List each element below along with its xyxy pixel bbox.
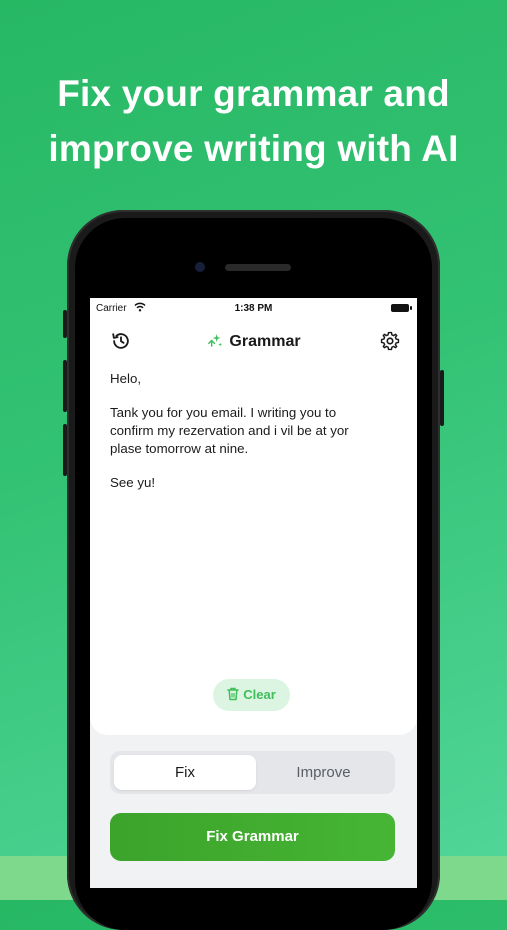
phone-side-button bbox=[440, 370, 444, 426]
nav-title-text: Grammar bbox=[229, 333, 301, 350]
nav-title: Grammar bbox=[90, 332, 417, 351]
app-screen: Carrier 1:38 PM Grammar Helo, Tank you f… bbox=[90, 298, 417, 888]
fix-grammar-button[interactable]: Fix Grammar bbox=[110, 813, 395, 861]
phone-side-button bbox=[63, 360, 67, 412]
nav-bar: Grammar bbox=[90, 328, 417, 358]
editor-paragraph: Helo, bbox=[110, 371, 142, 386]
settings-icon[interactable] bbox=[379, 330, 401, 352]
headline-line-2: improve writing with AI bbox=[48, 128, 459, 169]
phone-side-button bbox=[63, 424, 67, 476]
trash-icon bbox=[227, 687, 239, 701]
headline: Fix your grammar and improve writing wit… bbox=[0, 66, 507, 176]
camera bbox=[195, 262, 205, 272]
headline-line-1: Fix your grammar and bbox=[57, 73, 450, 114]
editor-paragraph: See yu! bbox=[110, 475, 156, 490]
tab-improve[interactable]: Improve bbox=[256, 755, 391, 790]
tab-fix[interactable]: Fix bbox=[114, 755, 256, 790]
clear-button[interactable]: Clear bbox=[213, 679, 290, 711]
mode-selector: Fix Improve bbox=[110, 751, 395, 794]
speaker bbox=[225, 264, 291, 271]
status-time: 1:38 PM bbox=[234, 303, 273, 314]
editor-card: Carrier 1:38 PM Grammar Helo, Tank you f… bbox=[90, 298, 417, 735]
sparkle-icon bbox=[208, 334, 223, 347]
text-editor[interactable]: Helo, Tank you for you email. I writing … bbox=[110, 370, 400, 508]
status-bar: Carrier 1:38 PM bbox=[90, 298, 417, 320]
phone-mockup: Carrier 1:38 PM Grammar Helo, Tank you f… bbox=[63, 210, 444, 930]
clear-button-label: Clear bbox=[243, 687, 276, 702]
editor-paragraph: Tank you for you email. I writing you to… bbox=[110, 405, 349, 456]
phone-side-button bbox=[63, 310, 67, 338]
battery-icon bbox=[391, 304, 412, 312]
